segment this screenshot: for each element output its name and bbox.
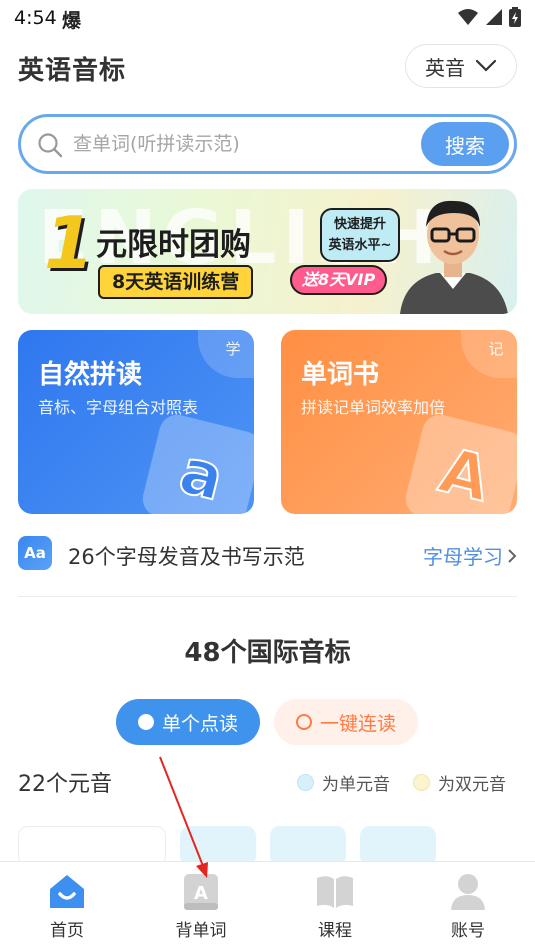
signal-icon <box>486 9 502 25</box>
radio-empty-icon <box>295 714 312 730</box>
search-input[interactable] <box>73 125 413 163</box>
alphabet-study-link-label: 字母学习 <box>423 545 503 569</box>
vowel-card[interactable] <box>18 826 166 866</box>
page-title: 英语音标 <box>18 56 127 86</box>
word-book-card-title: 单词书 <box>301 360 380 390</box>
divider <box>18 596 517 597</box>
banner-bubble-line2: 英语水平~ <box>328 238 392 253</box>
legend-diphthong-label: 为双元音 <box>438 775 506 795</box>
banner-bubble-line1: 快速提升 <box>333 217 386 232</box>
banner-tag: 8天英语训练营 <box>98 265 254 299</box>
tab-home-label: 首页 <box>50 921 84 941</box>
tab-course-label: 课程 <box>318 921 352 941</box>
svg-text:A: A <box>194 883 208 904</box>
vowel-card[interactable] <box>270 826 346 866</box>
accent-selector-value: 英音 <box>425 55 465 80</box>
notification-icon: 爆 <box>62 10 82 32</box>
search-bar: 搜索 <box>18 114 517 174</box>
wifi-icon <box>458 9 478 25</box>
status-time: 4:54 <box>14 7 57 29</box>
tab-home[interactable]: 首页 <box>0 862 134 951</box>
alphabet-icon: Aa <box>18 536 52 570</box>
phonics-card-title: 自然拼读 <box>38 360 143 390</box>
word-book-card[interactable]: 单词书 拼读记单词效率加倍 记 A <box>281 330 517 514</box>
single-read-mode-button[interactable]: 单个点读 <box>116 699 260 745</box>
vowel-section-title: 22个元音 <box>18 772 112 797</box>
legend-monophthong: 为单元音 <box>297 770 390 795</box>
chevron-down-icon <box>475 59 497 72</box>
legend-monophthong-label: 为单元音 <box>322 775 390 795</box>
banner-title: 元限时团购 <box>96 227 251 263</box>
alphabet-study-link[interactable]: 字母学习 <box>423 541 517 570</box>
app-header: 英语音标 英音 <box>0 40 535 96</box>
status-bar: 4:54 爆 <box>0 0 535 36</box>
vowel-card[interactable] <box>360 826 436 866</box>
home-icon <box>50 875 84 908</box>
tab-word-book[interactable]: A 背单词 <box>134 862 268 951</box>
phonetics-section-title: 48个国际音标 <box>184 638 351 668</box>
bottom-tab-bar: 首页 A 背单词 课程 账号 <box>0 861 535 951</box>
continuous-read-mode-button[interactable]: 一键连读 <box>274 699 418 745</box>
letter-A-tile-icon: A <box>401 410 517 514</box>
battery-icon <box>509 7 521 27</box>
accent-selector[interactable]: 英音 <box>405 44 517 88</box>
banner-speech-bubble: 快速提升 英语水平~ <box>320 208 400 262</box>
phonics-card[interactable]: 自然拼读 音标、字母组合对照表 学 a <box>18 330 254 514</box>
chevron-right-icon <box>508 548 517 563</box>
single-read-mode-label: 单个点读 <box>161 712 238 735</box>
alphabet-row[interactable]: Aa 26个字母发音及书写示范 字母学习 <box>18 536 517 574</box>
word-book-card-badge: 记 <box>461 330 517 378</box>
phonics-tile-letter: a <box>172 433 232 514</box>
tab-account[interactable]: 账号 <box>401 862 535 951</box>
diphthong-swatch-icon <box>413 774 430 791</box>
vowel-card[interactable] <box>180 826 256 866</box>
status-icons <box>457 7 521 27</box>
banner-number: 1 <box>44 201 95 285</box>
word-book-tile-letter: A <box>432 432 498 514</box>
course-book-icon <box>317 876 353 908</box>
alphabet-row-text: 26个字母发音及书写示范 <box>68 545 305 569</box>
search-button[interactable]: 搜索 <box>421 122 509 166</box>
promo-banner[interactable]: ENGLISH 1 元限时团购 8天英语训练营 快速提升 英语水平~ 送8天VI… <box>18 189 517 314</box>
banner-vip-badge: 送8天VIP <box>290 265 388 295</box>
search-icon <box>38 133 63 158</box>
account-icon <box>451 874 485 910</box>
continuous-read-mode-label: 一键连读 <box>319 712 396 735</box>
tab-word-book-label: 背单词 <box>175 921 227 941</box>
vowel-grid <box>18 826 517 866</box>
tab-account-label: 账号 <box>451 921 485 941</box>
legend-diphthong: 为双元音 <box>413 770 506 795</box>
monophthong-swatch-icon <box>297 774 314 791</box>
phonics-card-badge: 学 <box>198 330 254 378</box>
letter-a-tile-icon: a <box>138 410 254 514</box>
teacher-portrait <box>400 200 508 314</box>
radio-filled-icon <box>137 714 154 730</box>
tab-course[interactable]: 课程 <box>268 862 402 951</box>
word-book-icon: A <box>184 874 218 910</box>
